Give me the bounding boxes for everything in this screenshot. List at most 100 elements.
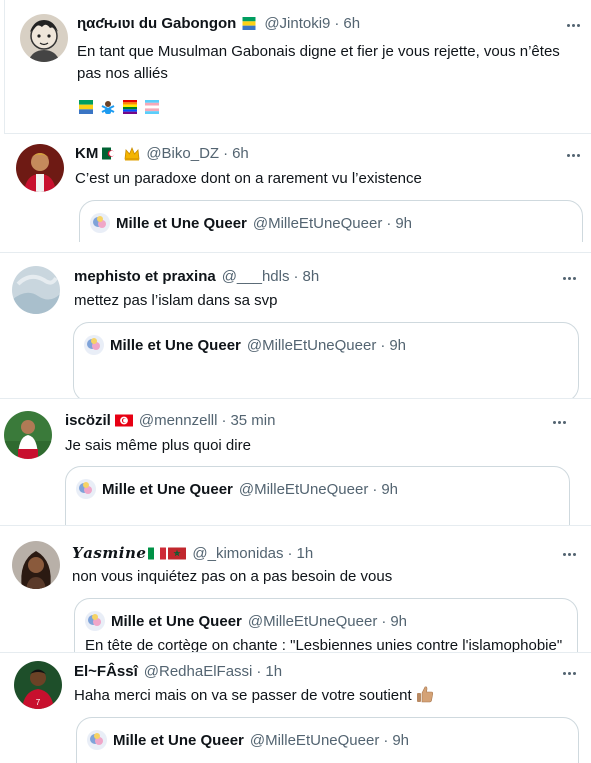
more-options-icon[interactable]: [548, 413, 570, 431]
separator-dot: ·: [293, 268, 299, 285]
avatar[interactable]: [12, 266, 60, 314]
quoted-tweet-header: Mille et Une Queer @MilleEtUneQueer · 9h: [90, 213, 412, 233]
separator-dot: ·: [256, 663, 262, 680]
tweet-header: iscözil @mennzelll · 35 min: [65, 412, 275, 429]
separator-dot: ·: [383, 731, 389, 749]
tweet-text: Je sais même plus quoi dire: [65, 437, 251, 454]
quoted-tweet[interactable]: Mille et Une Queer @MilleEtUneQueer · 9h: [73, 322, 579, 398]
more-options-icon[interactable]: [558, 664, 580, 682]
quoted-handle: @MilleEtUneQueer: [246, 336, 377, 354]
timestamp[interactable]: 1h: [265, 663, 282, 680]
avatar[interactable]: [16, 144, 64, 192]
quoted-tweet-header: Mille et Une Queer @MilleEtUneQueer · 9h: [85, 611, 407, 631]
tweet-header: KM @Biko_DZ · 6h: [75, 145, 249, 162]
avatar[interactable]: 7: [14, 661, 62, 709]
divider: [4, 0, 5, 133]
trans-flag-icon: [143, 100, 161, 114]
user-handle[interactable]: @RedhaElFassi: [144, 663, 253, 680]
display-name[interactable]: ɳαƈԋιʋι du Gabongon: [77, 15, 236, 32]
user-handle[interactable]: @_kimonidas: [192, 545, 283, 562]
quoted-display-name: Mille et Une Queer: [111, 612, 242, 630]
user-handle[interactable]: @mennzelll: [139, 412, 218, 429]
tunisia-flag-icon: [114, 414, 133, 427]
quoted-display-name: Mille et Une Queer: [116, 214, 247, 232]
tweet-card[interactable]: ɳαƈԋιʋι du Gabongon @Jintoki9 · 6h En ta…: [4, 0, 591, 133]
user-handle[interactable]: @Biko_DZ: [146, 145, 219, 162]
quoted-timestamp: 9h: [395, 214, 413, 232]
tweet-header: El~FÂssî @RedhaElFassi · 1h: [74, 663, 282, 680]
rainbow-flag-icon: [121, 100, 139, 114]
user-handle[interactable]: @Jintoki9: [264, 15, 330, 32]
separator-dot: ·: [223, 145, 229, 162]
italy-flag-icon: [148, 547, 167, 560]
gabon-flag-icon: [77, 100, 95, 114]
gabon-flag-icon: [240, 17, 258, 30]
tweet-header: ɳαƈԋιʋι du Gabongon @Jintoki9 · 6h: [77, 15, 360, 32]
quoted-display-name: Mille et Une Queer: [113, 731, 244, 749]
separator-dot: ·: [372, 480, 378, 498]
quoted-timestamp: 9h: [381, 480, 399, 498]
quoted-display-name: Mille et Une Queer: [110, 336, 241, 354]
quoted-tweet[interactable]: Mille et Une Queer @MilleEtUneQueer · 9h: [76, 717, 579, 763]
display-name[interactable]: iscözil: [65, 412, 111, 429]
tweet-card[interactable]: 7 El~FÂssî @RedhaElFassi · 1h Haha merci…: [0, 653, 591, 763]
quoted-handle: @MilleEtUneQueer: [249, 731, 380, 749]
tweet-card[interactable]: KM @Biko_DZ · 6h C’est un paradoxe dont …: [4, 134, 591, 242]
quoted-tweet-header: Mille et Une Queer @MilleEtUneQueer · 9h: [84, 335, 406, 355]
quoted-tweet[interactable]: Mille et Une Queer @MilleEtUneQueer · 9h: [65, 466, 570, 525]
tweet-card[interactable]: 𝒀𝒂𝒔𝒎𝒊𝒏𝒆 @_kimonidas · 1h non vous inquié…: [0, 526, 591, 652]
tweet-text: Haha merci mais on va se passer de votre…: [74, 685, 579, 707]
separator-dot: ·: [380, 336, 386, 354]
display-name[interactable]: 𝒀𝒂𝒔𝒎𝒊𝒏𝒆: [72, 544, 146, 562]
avatar[interactable]: [12, 541, 60, 589]
quoted-avatar: [87, 730, 107, 750]
morocco-flag-icon: [168, 547, 187, 560]
more-options-icon[interactable]: [562, 16, 584, 34]
user-handle[interactable]: @___hdls: [222, 268, 290, 285]
quoted-timestamp: 9h: [389, 336, 407, 354]
quoted-avatar: [76, 479, 96, 499]
display-name[interactable]: El~FÂssî: [74, 663, 138, 680]
quoted-handle: @MilleEtUneQueer: [238, 480, 369, 498]
quoted-avatar: [85, 611, 105, 631]
tweet-text: En tant que Musulman Gabonais digne et f…: [77, 43, 560, 82]
avatar[interactable]: [4, 411, 52, 459]
tweet-header: 𝒀𝒂𝒔𝒎𝒊𝒏𝒆 @_kimonidas · 1h: [72, 544, 313, 562]
timestamp[interactable]: 35 min: [230, 412, 275, 429]
svg-text:7: 7: [36, 698, 41, 707]
more-options-icon[interactable]: [558, 269, 580, 287]
quoted-display-name: Mille et Une Queer: [102, 480, 233, 498]
quoted-avatar: [90, 213, 110, 233]
tweet-text: non vous inquiétez pas on a pas besoin d…: [72, 568, 393, 585]
separator-dot: ·: [381, 612, 387, 630]
person-gesturing-no-icon: [99, 100, 117, 114]
timestamp[interactable]: 8h: [302, 268, 319, 285]
display-name[interactable]: mephisto et praxina: [74, 268, 216, 285]
separator-dot: ·: [221, 412, 227, 429]
more-options-icon[interactable]: [558, 545, 580, 563]
timestamp[interactable]: 6h: [232, 145, 249, 162]
tweet-card[interactable]: mephisto et praxina @___hdls · 8h mettez…: [0, 253, 591, 398]
quoted-tweet-text: En tête de cortège on chante : "Lesbienn…: [85, 637, 563, 652]
tweet-text: C’est un paradoxe dont on a rarement vu …: [75, 170, 422, 187]
display-name[interactable]: KM: [75, 145, 98, 162]
emoji-row: [77, 100, 161, 114]
thumbs-up-icon: [416, 685, 434, 703]
algeria-flag-icon: [102, 147, 121, 160]
tweet-card[interactable]: iscözil @mennzelll · 35 min Je sais même…: [0, 399, 591, 525]
separator-dot: ·: [334, 15, 340, 32]
tweet-text: mettez pas l’islam dans sa svp: [74, 292, 278, 309]
timestamp[interactable]: 1h: [297, 545, 314, 562]
timestamp[interactable]: 6h: [343, 15, 360, 32]
avatar[interactable]: [20, 14, 68, 62]
quoted-handle: @MilleEtUneQueer: [247, 612, 378, 630]
separator-dot: ·: [287, 544, 293, 562]
quoted-avatar: [84, 335, 104, 355]
quoted-tweet[interactable]: Mille et Une Queer @MilleEtUneQueer · 9h: [79, 200, 583, 242]
quoted-tweet-header: Mille et Une Queer @MilleEtUneQueer · 9h: [76, 479, 398, 499]
quoted-tweet[interactable]: Mille et Une Queer @MilleEtUneQueer · 9h…: [74, 598, 578, 652]
quoted-timestamp: 9h: [392, 731, 410, 749]
more-options-icon[interactable]: [562, 146, 584, 164]
tweet-header: mephisto et praxina @___hdls · 8h: [74, 268, 319, 285]
crown-icon: [124, 146, 140, 161]
